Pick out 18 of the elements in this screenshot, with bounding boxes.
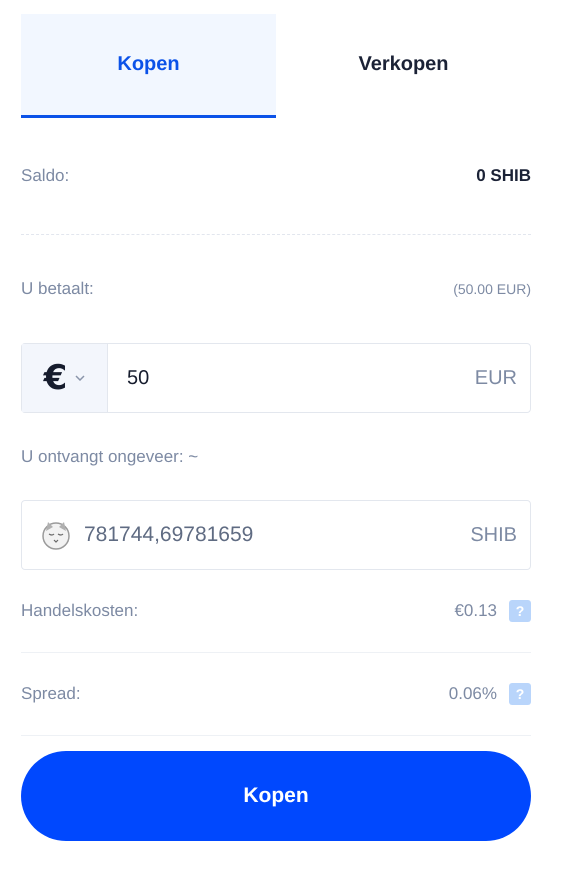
fee-label: Spread: bbox=[21, 684, 81, 704]
balance-value: 0 SHIB bbox=[476, 166, 531, 186]
fee-value: €0.13 bbox=[454, 601, 497, 621]
fee-value: 0.06% bbox=[448, 684, 497, 704]
unit-label: EUR bbox=[474, 366, 517, 390]
pay-label: U betaalt: bbox=[21, 279, 94, 299]
receive-field[interactable]: 781744,69781659 SHIB bbox=[21, 500, 531, 570]
amount-value: 50 bbox=[126, 366, 150, 390]
amount-field[interactable]: € 50 EUR bbox=[21, 343, 531, 413]
buy-button[interactable]: Kopen bbox=[21, 751, 531, 841]
fee-label: Handelskosten: bbox=[21, 601, 138, 621]
receive-label: U ontvangt ongeveer: ~ bbox=[21, 446, 200, 468]
currency-selector[interactable]: € bbox=[22, 344, 108, 412]
pay-note: (50.00 EUR) bbox=[453, 281, 531, 297]
dog-icon bbox=[40, 519, 72, 551]
balance-label: Saldo: bbox=[21, 166, 70, 186]
tab[interactable]: Kopen bbox=[21, 14, 276, 118]
caret-icon bbox=[75, 375, 86, 381]
